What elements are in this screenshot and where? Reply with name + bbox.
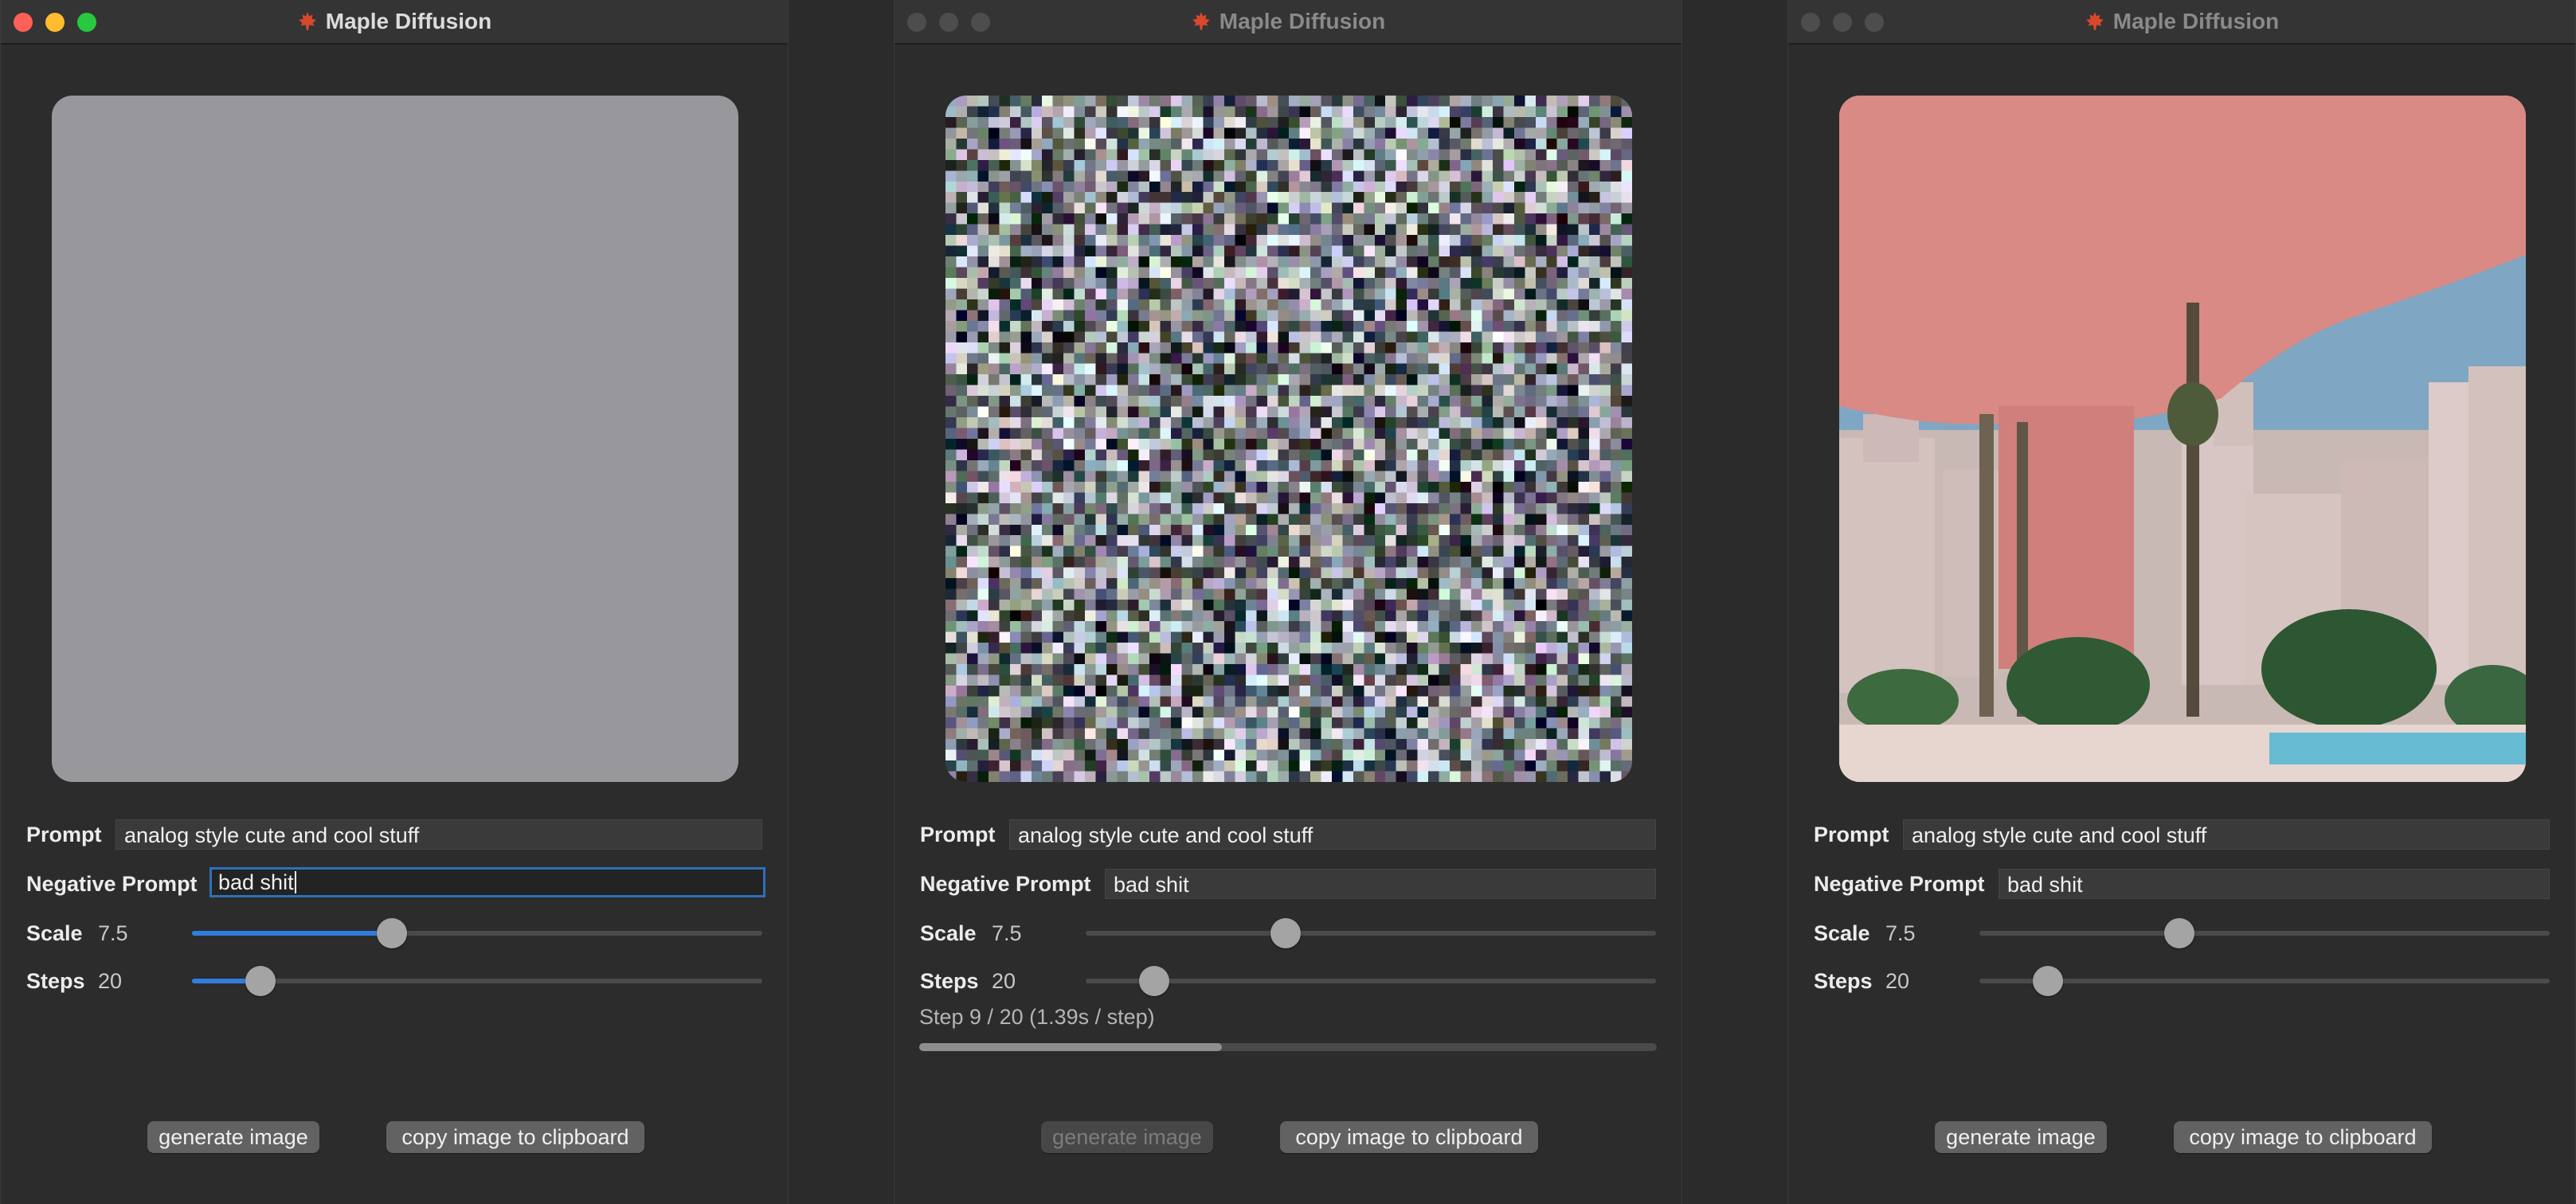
generation-progress-bar <box>919 1043 1657 1051</box>
negative-prompt-text: bad shit <box>218 870 294 894</box>
generated-image-scene <box>1839 96 2526 782</box>
scale-slider[interactable] <box>1086 918 1656 948</box>
progress-fill <box>919 1043 1222 1051</box>
image-placeholder <box>52 96 738 782</box>
negative-prompt-label: Negative Prompt <box>26 872 198 896</box>
steps-label: Steps <box>920 969 979 993</box>
window-title: Maple Diffusion <box>1 0 788 43</box>
scale-value: 7.5 <box>98 921 128 945</box>
slider-knob[interactable] <box>1138 966 1169 996</box>
noise-preview-image-pixels <box>945 96 1632 782</box>
steps-label: Steps <box>1814 969 1873 993</box>
copy-image-button[interactable]: copy image to clipboard <box>2174 1121 2432 1153</box>
steps-value: 20 <box>1885 969 1910 993</box>
scale-value: 7.5 <box>1885 921 1916 945</box>
noise-preview-image <box>945 96 1632 782</box>
scale-slider[interactable] <box>192 918 762 948</box>
generate-image-button: generate image <box>1041 1121 1213 1153</box>
steps-slider[interactable] <box>1979 966 2550 996</box>
negative-prompt-label: Negative Prompt <box>920 872 1091 896</box>
slider-knob[interactable] <box>2163 918 2194 948</box>
steps-slider[interactable] <box>1086 966 1656 996</box>
text-caret <box>294 871 296 893</box>
steps-slider[interactable] <box>192 966 762 996</box>
scale-value: 7.5 <box>992 921 1022 945</box>
generated-image <box>1839 96 2526 782</box>
window-result: Maple Diffusion Prompt analog style cute… <box>1787 0 2576 1204</box>
prompt-input[interactable]: analog style cute and cool stuff <box>1009 819 1656 850</box>
window-idle: Maple Diffusion Prompt analog style cute… <box>0 0 789 1204</box>
generation-status-text: Step 9 / 20 (1.39s / step) <box>919 1005 1155 1029</box>
title-bar[interactable]: Maple Diffusion <box>1788 0 2575 45</box>
scale-label: Scale <box>920 921 977 945</box>
scale-label: Scale <box>1814 921 1870 945</box>
scale-slider[interactable] <box>1979 918 2550 948</box>
generate-image-button[interactable]: generate image <box>147 1121 319 1153</box>
window-title: Maple Diffusion <box>1788 0 2575 43</box>
maple-leaf-icon <box>298 12 316 30</box>
generate-image-button[interactable]: generate image <box>1935 1121 2107 1153</box>
slider-knob[interactable] <box>2032 966 2063 996</box>
copy-image-button[interactable]: copy image to clipboard <box>1280 1121 1538 1153</box>
prompt-input[interactable]: analog style cute and cool stuff <box>1903 819 2550 850</box>
prompt-input[interactable]: analog style cute and cool stuff <box>115 819 762 850</box>
slider-fill <box>192 931 392 936</box>
maple-leaf-icon <box>2085 12 2104 30</box>
prompt-label: Prompt <box>1814 823 1889 846</box>
slider-knob[interactable] <box>1270 918 1301 948</box>
slider-knob[interactable] <box>245 966 276 996</box>
copy-image-button[interactable]: copy image to clipboard <box>386 1121 644 1153</box>
title-bar[interactable]: Maple Diffusion <box>895 0 1681 45</box>
scale-label: Scale <box>26 921 83 945</box>
prompt-label: Prompt <box>920 823 996 846</box>
negative-prompt-input[interactable]: bad shit <box>1999 869 2550 899</box>
steps-value: 20 <box>992 969 1016 993</box>
title-bar[interactable]: Maple Diffusion <box>1 0 788 45</box>
slider-knob[interactable] <box>376 918 407 948</box>
negative-prompt-input[interactable]: bad shit <box>209 867 765 897</box>
window-title: Maple Diffusion <box>895 0 1681 43</box>
steps-label: Steps <box>26 969 85 993</box>
maple-leaf-icon <box>1192 12 1210 30</box>
negative-prompt-label: Negative Prompt <box>1814 872 1985 896</box>
steps-value: 20 <box>98 969 123 993</box>
negative-prompt-input[interactable]: bad shit <box>1105 869 1656 899</box>
prompt-label: Prompt <box>26 823 102 846</box>
